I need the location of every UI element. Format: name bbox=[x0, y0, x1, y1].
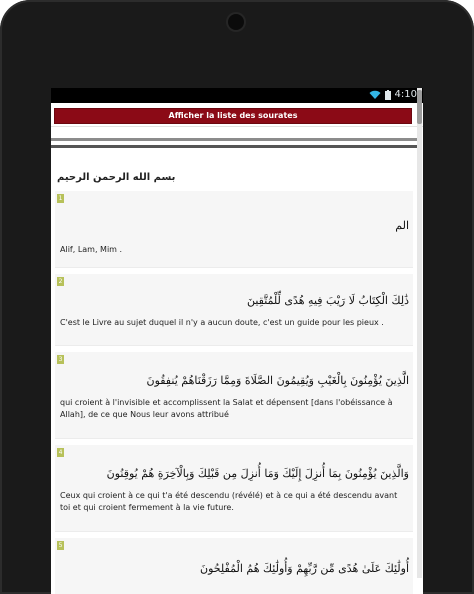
verse-number: 5 bbox=[57, 541, 64, 550]
verse-number: 1 bbox=[57, 194, 64, 203]
verse-arabic: الم bbox=[395, 219, 409, 232]
verse-arabic: وَالَّذِينَ يُؤْمِنُونَ بِمَا أُنزِلَ إِ… bbox=[106, 467, 409, 480]
basmala: بسم الله الرحمن الرحيم bbox=[51, 166, 417, 192]
status-bar: 4:10 bbox=[51, 88, 423, 103]
verse-number: 2 bbox=[57, 277, 64, 286]
status-time: 4:10 bbox=[394, 89, 417, 100]
verse-translation: Ceux qui croient à ce qui t'a été descen… bbox=[60, 491, 398, 512]
list-item[interactable]: 2 ذَٰلِكَ الْكِتَابُ لَا رَيْبَ فِيهِ هُ… bbox=[55, 274, 413, 346]
verse-translation: C'est le Livre au sujet duquel il n'y a … bbox=[60, 318, 384, 327]
scrollbar[interactable] bbox=[417, 88, 422, 578]
verse-list: 1 الم Alif, Lam, Mim . 2 ذَٰلِكَ الْكِتَ… bbox=[55, 191, 413, 594]
list-item[interactable]: 3 الَّذِينَ يُؤْمِنُونَ بِالْغَيْبِ وَيُ… bbox=[55, 352, 413, 439]
verse-arabic: أُولَٰئِكَ عَلَىٰ هُدًى مِّن رَّبِّهِمْ … bbox=[200, 562, 409, 575]
header-bar: Afficher la liste des sourates bbox=[51, 103, 423, 127]
list-item[interactable]: 4 وَالَّذِينَ يُؤْمِنُونَ بِمَا أُنزِلَ … bbox=[55, 445, 413, 532]
camera-icon bbox=[228, 14, 244, 30]
verse-number: 3 bbox=[57, 355, 64, 364]
wifi-icon bbox=[369, 90, 381, 99]
basmala-text: بسم الله الرحمن الرحيم bbox=[57, 172, 176, 183]
scroll-thumb[interactable] bbox=[417, 90, 422, 124]
tablet-bezel: 4:10 Afficher la liste des sourates بسم … bbox=[0, 0, 474, 594]
list-item[interactable]: 1 الم Alif, Lam, Mim . bbox=[55, 191, 413, 268]
verse-translation: qui croient à l'invisible et accomplisse… bbox=[60, 398, 393, 419]
divider bbox=[51, 138, 417, 148]
battery-icon bbox=[384, 89, 391, 100]
app-screen: 4:10 Afficher la liste des sourates بسم … bbox=[51, 88, 423, 594]
verse-number: 4 bbox=[57, 448, 64, 457]
list-item[interactable]: 5 أُولَٰئِكَ عَلَىٰ هُدًى مِّن رَّبِّهِم… bbox=[55, 538, 413, 594]
verse-arabic: ذَٰلِكَ الْكِتَابُ لَا رَيْبَ فِيهِ هُدً… bbox=[246, 294, 409, 307]
verse-translation: Alif, Lam, Mim . bbox=[60, 245, 123, 254]
verse-arabic: الَّذِينَ يُؤْمِنُونَ بِالْغَيْبِ وَيُقِ… bbox=[146, 374, 409, 387]
show-surah-list-button[interactable]: Afficher la liste des sourates bbox=[54, 108, 412, 124]
